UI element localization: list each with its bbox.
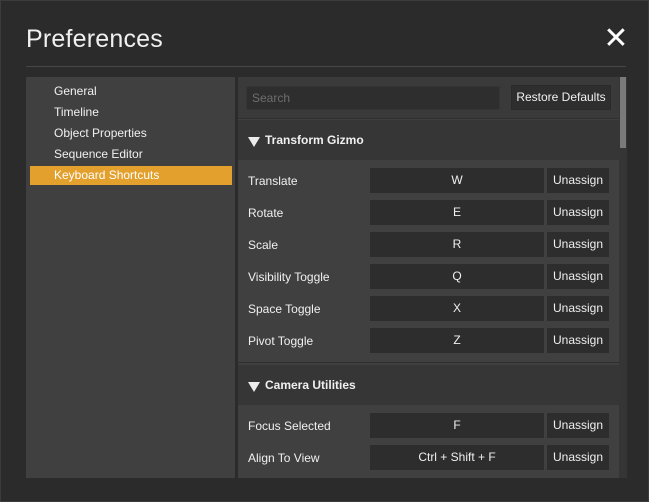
shortcut-label: Rotate [248, 206, 284, 220]
unassign-button[interactable]: Unassign [547, 264, 609, 289]
section-divider [238, 362, 619, 363]
shortcut-label: Scale [248, 238, 279, 252]
shortcut-row-scale: Scale R Unassign [238, 232, 619, 259]
shortcut-key-field[interactable]: E [370, 200, 544, 225]
shortcut-row-rotate: Rotate E Unassign [238, 200, 619, 227]
sidebar-item-timeline[interactable]: Timeline [30, 103, 232, 122]
shortcut-key-field[interactable]: W [370, 168, 544, 193]
shortcut-row-translate: Translate W Unassign [238, 168, 619, 195]
title-divider [26, 66, 626, 67]
shortcut-label: Visibility Toggle [248, 270, 330, 284]
shortcut-label: Align To View [248, 451, 320, 465]
shortcut-key-field[interactable]: Ctrl + Shift + F [370, 445, 544, 470]
unassign-button[interactable]: Unassign [547, 232, 609, 257]
preferences-sidebar: General Timeline Object Properties Seque… [26, 77, 235, 478]
preferences-window: Preferences ✕ General Timeline Object Pr… [0, 0, 649, 502]
collapse-triangle-icon [248, 137, 260, 147]
unassign-button[interactable]: Unassign [547, 296, 609, 321]
toolbar-divider [238, 118, 619, 119]
shortcuts-toolbar: Restore Defaults [238, 77, 619, 118]
search-input[interactable] [246, 86, 500, 110]
shortcut-row-align-to-view: Align To View Ctrl + Shift + F Unassign [238, 445, 619, 472]
shortcut-key-field[interactable]: R [370, 232, 544, 257]
unassign-button[interactable]: Unassign [547, 328, 609, 353]
shortcut-row-space-toggle: Space Toggle X Unassign [238, 296, 619, 323]
unassign-button[interactable]: Unassign [547, 445, 609, 470]
shortcut-key-field[interactable]: F [370, 413, 544, 438]
shortcut-row-focus-selected: Focus Selected F Unassign [238, 413, 619, 440]
sidebar-item-keyboard-shortcuts[interactable]: Keyboard Shortcuts [30, 166, 232, 185]
window-title: Preferences [26, 25, 163, 53]
vertical-scrollbar[interactable] [619, 77, 627, 478]
shortcut-key-field[interactable]: Q [370, 264, 544, 289]
unassign-button[interactable]: Unassign [547, 413, 609, 438]
shortcut-label: Pivot Toggle [248, 334, 314, 348]
section-header-camera-utilities[interactable]: Camera Utilities [238, 365, 619, 405]
shortcut-label: Space Toggle [248, 302, 321, 316]
shortcut-label: Focus Selected [248, 419, 331, 433]
shortcut-key-field[interactable]: X [370, 296, 544, 321]
shortcut-key-field[interactable]: Z [370, 328, 544, 353]
shortcuts-panel: Restore Defaults Transform Gizmo Transla… [238, 77, 627, 478]
section-title: Transform Gizmo [265, 133, 364, 147]
unassign-button[interactable]: Unassign [547, 200, 609, 225]
shortcut-row-pivot-toggle: Pivot Toggle Z Unassign [238, 328, 619, 355]
shortcut-label: Translate [248, 174, 298, 188]
section-header-transform-gizmo[interactable]: Transform Gizmo [238, 120, 619, 160]
sidebar-item-general[interactable]: General [30, 82, 232, 101]
restore-defaults-button[interactable]: Restore Defaults [511, 85, 611, 110]
close-icon[interactable]: ✕ [603, 24, 629, 54]
shortcut-row-visibility-toggle: Visibility Toggle Q Unassign [238, 264, 619, 291]
sidebar-item-object-properties[interactable]: Object Properties [30, 124, 232, 143]
sidebar-item-sequence-editor[interactable]: Sequence Editor [30, 145, 232, 164]
section-title: Camera Utilities [265, 378, 356, 392]
scrollbar-thumb[interactable] [620, 77, 626, 148]
unassign-button[interactable]: Unassign [547, 168, 609, 193]
collapse-triangle-icon [248, 382, 260, 392]
